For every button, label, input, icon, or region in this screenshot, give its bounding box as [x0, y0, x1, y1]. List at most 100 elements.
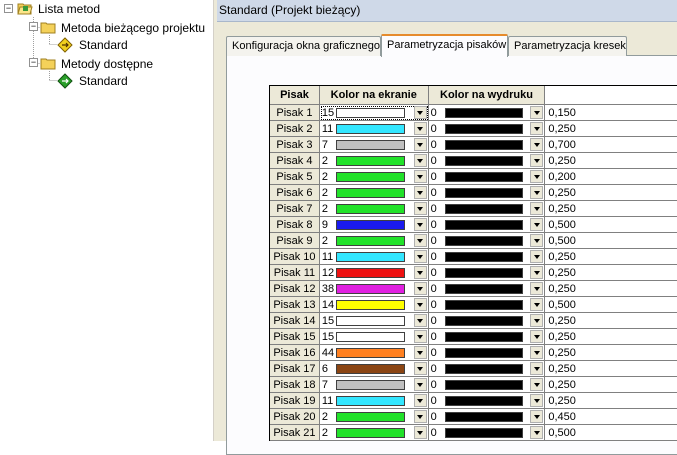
- print-color-dropdown[interactable]: 0: [428, 329, 546, 345]
- print-color-dropdown[interactable]: 0: [428, 361, 546, 377]
- dropdown-arrow-icon[interactable]: [530, 202, 544, 215]
- dropdown-arrow-icon[interactable]: [413, 234, 427, 247]
- line-width-cell[interactable]: 0,250: [545, 121, 677, 137]
- table-row[interactable]: Pisak 11 12 0 0,250: [270, 265, 677, 281]
- dropdown-arrow-icon[interactable]: [413, 282, 427, 295]
- table-row[interactable]: Pisak 8 9 0 0,500: [270, 217, 677, 233]
- print-color-dropdown[interactable]: 0: [428, 185, 546, 201]
- dropdown-arrow-icon[interactable]: [413, 170, 427, 183]
- line-width-cell[interactable]: 0,250: [545, 313, 677, 329]
- dropdown-arrow-icon[interactable]: [413, 314, 427, 327]
- table-row[interactable]: Pisak 15 15 0 0,250: [270, 329, 677, 345]
- print-color-dropdown[interactable]: 0: [428, 169, 546, 185]
- dropdown-arrow-icon[interactable]: [413, 330, 427, 343]
- dropdown-arrow-icon[interactable]: [413, 378, 427, 391]
- table-row[interactable]: Pisak 19 11 0 0,250: [270, 393, 677, 409]
- table-row[interactable]: Pisak 10 11 0 0,250: [270, 249, 677, 265]
- dropdown-arrow-icon[interactable]: [530, 186, 544, 199]
- dropdown-arrow-icon[interactable]: [413, 106, 427, 119]
- column-header-screen-color[interactable]: Kolor na ekranie: [319, 86, 429, 105]
- table-row[interactable]: Pisak 14 15 0 0,250: [270, 313, 677, 329]
- print-color-dropdown[interactable]: 0: [428, 217, 546, 233]
- print-color-dropdown[interactable]: 0: [428, 153, 546, 169]
- tree-group-2-collapse-toggle[interactable]: −: [29, 58, 38, 67]
- table-row[interactable]: Pisak 18 7 0 0,250: [270, 377, 677, 393]
- line-width-cell[interactable]: 0,250: [545, 361, 677, 377]
- dropdown-arrow-icon[interactable]: [530, 106, 544, 119]
- dropdown-arrow-icon[interactable]: [530, 298, 544, 311]
- dropdown-arrow-icon[interactable]: [530, 234, 544, 247]
- screen-color-dropdown[interactable]: 2: [319, 201, 429, 217]
- print-color-dropdown[interactable]: 0: [428, 425, 546, 441]
- screen-color-dropdown[interactable]: 11: [319, 393, 429, 409]
- table-row[interactable]: Pisak 3 7 0 0,700: [270, 137, 677, 153]
- line-width-cell[interactable]: 0,500: [545, 425, 677, 441]
- print-color-dropdown[interactable]: 0: [428, 313, 546, 329]
- screen-color-dropdown[interactable]: 15: [319, 329, 429, 345]
- line-width-cell[interactable]: 0,250: [545, 153, 677, 169]
- screen-color-dropdown[interactable]: 9: [319, 217, 429, 233]
- dropdown-arrow-icon[interactable]: [413, 410, 427, 423]
- table-row[interactable]: Pisak 21 2 0 0,500: [270, 425, 677, 441]
- table-row[interactable]: Pisak 20 2 0 0,450: [270, 409, 677, 425]
- dropdown-arrow-icon[interactable]: [530, 170, 544, 183]
- dropdown-arrow-icon[interactable]: [530, 330, 544, 343]
- dropdown-arrow-icon[interactable]: [413, 266, 427, 279]
- dropdown-arrow-icon[interactable]: [530, 378, 544, 391]
- print-color-dropdown[interactable]: 0: [428, 249, 546, 265]
- dropdown-arrow-icon[interactable]: [530, 218, 544, 231]
- dropdown-arrow-icon[interactable]: [413, 154, 427, 167]
- table-row[interactable]: Pisak 6 2 0 0,250: [270, 185, 677, 201]
- print-color-dropdown[interactable]: 0: [428, 297, 546, 313]
- tree-node-standard-current[interactable]: Standard: [57, 36, 130, 53]
- line-width-cell[interactable]: 0,250: [545, 185, 677, 201]
- print-color-dropdown[interactable]: 0: [428, 377, 546, 393]
- print-color-dropdown[interactable]: 0: [428, 345, 546, 361]
- print-color-dropdown[interactable]: 0: [428, 201, 546, 217]
- screen-color-dropdown[interactable]: 2: [319, 169, 429, 185]
- print-color-dropdown[interactable]: 0: [428, 105, 546, 121]
- tab-line-parameters[interactable]: Parametryzacja kresek: [508, 36, 627, 56]
- table-row[interactable]: Pisak 4 2 0 0,250: [270, 153, 677, 169]
- dropdown-arrow-icon[interactable]: [413, 394, 427, 407]
- line-width-cell[interactable]: 0,250: [545, 281, 677, 297]
- line-width-cell[interactable]: 0,250: [545, 377, 677, 393]
- screen-color-dropdown[interactable]: 12: [319, 265, 429, 281]
- table-row[interactable]: Pisak 17 6 0 0,250: [270, 361, 677, 377]
- tab-graphic-window-config[interactable]: Konfiguracja okna graficznego: [226, 36, 381, 56]
- table-row[interactable]: Pisak 7 2 0 0,250: [270, 201, 677, 217]
- line-width-cell[interactable]: 0,500: [545, 217, 677, 233]
- line-width-cell[interactable]: 0,700: [545, 137, 677, 153]
- dropdown-arrow-icon[interactable]: [530, 314, 544, 327]
- print-color-dropdown[interactable]: 0: [428, 137, 546, 153]
- screen-color-dropdown[interactable]: 7: [319, 137, 429, 153]
- dropdown-arrow-icon[interactable]: [413, 362, 427, 375]
- tree-root-collapse-toggle[interactable]: −: [4, 4, 13, 13]
- dropdown-arrow-icon[interactable]: [530, 138, 544, 151]
- line-width-cell[interactable]: 0,250: [545, 201, 677, 217]
- dropdown-arrow-icon[interactable]: [530, 346, 544, 359]
- screen-color-dropdown[interactable]: 11: [319, 121, 429, 137]
- table-row[interactable]: Pisak 5 2 0 0,200: [270, 169, 677, 185]
- line-width-cell[interactable]: 0,150: [545, 105, 677, 121]
- table-row[interactable]: Pisak 1 15 0 0,150: [270, 105, 677, 121]
- screen-color-dropdown[interactable]: 14: [319, 297, 429, 313]
- screen-color-dropdown[interactable]: 2: [319, 425, 429, 441]
- screen-color-dropdown[interactable]: 44: [319, 345, 429, 361]
- screen-color-dropdown[interactable]: 15: [319, 313, 429, 329]
- tree-node-current-project-method[interactable]: Metoda bieżącego projektu: [40, 19, 207, 36]
- line-width-cell[interactable]: 0,250: [545, 393, 677, 409]
- screen-color-dropdown[interactable]: 11: [319, 249, 429, 265]
- table-row[interactable]: Pisak 13 14 0 0,500: [270, 297, 677, 313]
- dropdown-arrow-icon[interactable]: [413, 298, 427, 311]
- dropdown-arrow-icon[interactable]: [413, 250, 427, 263]
- dropdown-arrow-icon[interactable]: [413, 186, 427, 199]
- screen-color-dropdown[interactable]: 6: [319, 361, 429, 377]
- dropdown-arrow-icon[interactable]: [530, 266, 544, 279]
- table-row[interactable]: Pisak 16 44 0 0,250: [270, 345, 677, 361]
- screen-color-dropdown[interactable]: 7: [319, 377, 429, 393]
- line-width-cell[interactable]: 0,250: [545, 329, 677, 345]
- line-width-cell[interactable]: 0,250: [545, 249, 677, 265]
- line-width-cell[interactable]: 0,250: [545, 345, 677, 361]
- screen-color-dropdown[interactable]: 2: [319, 153, 429, 169]
